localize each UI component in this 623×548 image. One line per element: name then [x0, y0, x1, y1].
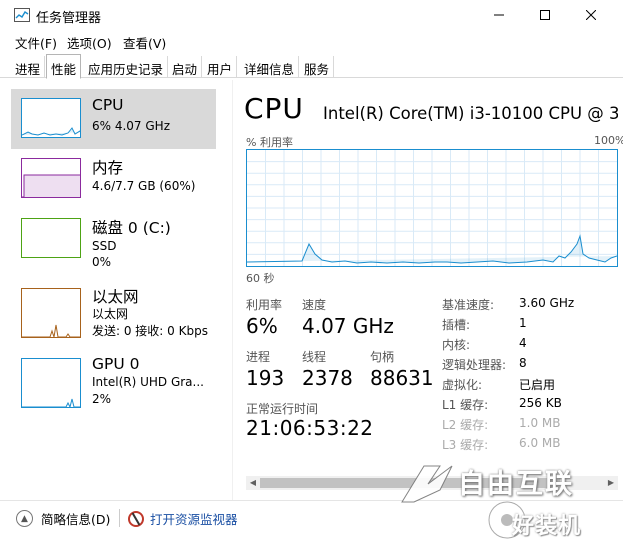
graph-y-label: % 利用率 — [246, 136, 293, 149]
processes-label: 进程 — [246, 350, 271, 364]
maximize-icon — [540, 10, 550, 20]
cpu-utilization-graph — [246, 149, 618, 267]
info-value-l1-cache: 256 KB — [519, 396, 562, 410]
window-title: 任务管理器 — [36, 11, 102, 26]
menu-file[interactable]: 文件(F) — [15, 33, 57, 52]
tab-performance[interactable]: 性能 — [46, 54, 82, 79]
info-label-sockets: 插槽: — [442, 318, 471, 332]
resource-disk[interactable]: 磁盘 0 (C:) SSD 0% — [11, 209, 216, 269]
tab-app-history[interactable]: 应用历史记录 — [84, 56, 169, 78]
gpu-model: Intel(R) UHD Gra... — [92, 375, 204, 389]
task-manager-app-icon — [14, 8, 30, 22]
handles-value: 88631 — [370, 366, 434, 390]
tab-services[interactable]: 服务 — [300, 56, 335, 78]
info-label-virtualization: 虚拟化: — [442, 378, 483, 392]
fewer-details-label: 简略信息(D) — [41, 512, 111, 527]
disk-mini-graph — [21, 218, 81, 258]
fewer-details-button[interactable]: ▲ 简略信息(D) — [16, 509, 110, 528]
memory-mini-graph — [21, 158, 81, 198]
resource-memory[interactable]: 内存 4.6/7.7 GB (60%) — [11, 149, 216, 209]
speed-label: 速度 — [302, 298, 327, 312]
tab-details[interactable]: 详细信息 — [240, 56, 300, 78]
cpu-graph-svg — [246, 150, 618, 266]
ethernet-title: 以太网 — [92, 288, 139, 306]
info-label-cores: 内核: — [442, 338, 471, 352]
gpu-title: GPU 0 — [92, 355, 140, 373]
chevron-up-icon: ▲ — [16, 510, 33, 527]
close-icon — [586, 10, 596, 20]
info-label-base-speed: 基准速度: — [442, 298, 495, 312]
minimize-icon — [494, 14, 504, 16]
resource-monitor-link[interactable]: 打开资源监视器 — [128, 509, 238, 528]
info-label-l2-cache: L2 缓存: — [442, 418, 489, 432]
graph-y-max: 100% — [594, 134, 623, 147]
scrollbar-thumb[interactable] — [260, 478, 560, 488]
info-value-sockets: 1 — [519, 316, 527, 330]
memory-summary: 4.6/7.7 GB (60%) — [92, 179, 196, 193]
tab-processes[interactable]: 进程 — [11, 56, 46, 78]
tab-startup[interactable]: 启动 — [168, 56, 203, 78]
threads-value: 2378 — [302, 366, 353, 390]
ethernet-adapter: 以太网 — [92, 307, 129, 321]
close-button[interactable] — [568, 0, 614, 30]
cpu-summary: 6% 4.07 GHz — [92, 119, 171, 133]
disk-usage: 0% — [92, 255, 112, 269]
menu-view[interactable]: 查看(V) — [123, 33, 166, 52]
info-label-l3-cache: L3 缓存: — [442, 438, 489, 452]
minimize-button[interactable] — [476, 0, 522, 30]
info-value-l3-cache: 6.0 MB — [519, 436, 561, 450]
tab-strip: 进程 性能 应用历史记录 启动 用户 详细信息 服务 — [0, 54, 623, 79]
utilization-value: 6% — [246, 314, 278, 338]
tab-users[interactable]: 用户 — [203, 56, 238, 78]
disk-title: 磁盘 0 (C:) — [92, 219, 171, 237]
footer-separator — [119, 509, 120, 527]
info-value-virtualization: 已启用 — [519, 378, 556, 392]
info-label-l1-cache: L1 缓存: — [442, 398, 489, 412]
horizontal-scrollbar[interactable]: ◀ ▶ — [246, 476, 618, 490]
info-value-l2-cache: 1.0 MB — [519, 416, 561, 430]
menu-bar: 文件(F) 选项(O) 查看(V) — [0, 30, 623, 52]
resource-cpu[interactable]: CPU 6% 4.07 GHz — [11, 89, 216, 149]
panel-divider[interactable] — [232, 80, 233, 500]
info-value-base-speed: 3.60 GHz — [519, 296, 575, 310]
speed-value: 4.07 GHz — [302, 314, 394, 338]
detail-heading: CPU — [244, 92, 304, 125]
uptime-value: 21:06:53:22 — [246, 416, 374, 440]
gpu-usage: 2% — [92, 392, 112, 406]
resource-ethernet[interactable]: 以太网 以太网 发送: 0 接收: 0 Kbps — [11, 279, 216, 339]
footer-bar: ▲ 简略信息(D) 打开资源监视器 — [0, 500, 623, 548]
processes-value: 193 — [246, 366, 285, 390]
resource-gpu[interactable]: GPU 0 Intel(R) UHD Gra... 2% — [11, 349, 216, 409]
info-label-logical-processors: 逻辑处理器: — [442, 358, 507, 372]
threads-label: 线程 — [302, 350, 327, 364]
disk-type: SSD — [92, 239, 117, 253]
cpu-mini-graph — [21, 98, 81, 138]
resource-monitor-label: 打开资源监视器 — [150, 512, 238, 527]
cpu-title: CPU — [92, 96, 124, 114]
cpu-model-name: Intel(R) Core(TM) i3-10100 CPU @ 3.6... — [323, 104, 618, 123]
gpu-mini-graph — [21, 358, 81, 408]
resource-list: CPU 6% 4.07 GHz 内存 4.6/7.7 GB (60%) 磁盘 0… — [0, 79, 232, 479]
memory-title: 内存 — [92, 159, 124, 177]
title-bar: 任务管理器 — [0, 0, 623, 30]
uptime-label: 正常运行时间 — [246, 402, 319, 416]
handles-label: 句柄 — [370, 350, 395, 364]
ethernet-throughput: 发送: 0 接收: 0 Kbps — [92, 324, 208, 338]
maximize-button[interactable] — [522, 0, 568, 30]
graph-x-span: 60 秒 — [246, 272, 275, 285]
info-value-cores: 4 — [519, 336, 527, 350]
ethernet-mini-graph — [21, 288, 81, 338]
scroll-left-arrow-icon[interactable]: ◀ — [246, 476, 260, 490]
scroll-right-arrow-icon[interactable]: ▶ — [604, 476, 618, 490]
menu-options[interactable]: 选项(O) — [67, 33, 112, 52]
resource-monitor-icon — [128, 510, 144, 527]
info-value-logical-processors: 8 — [519, 356, 527, 370]
utilization-label: 利用率 — [246, 298, 283, 312]
